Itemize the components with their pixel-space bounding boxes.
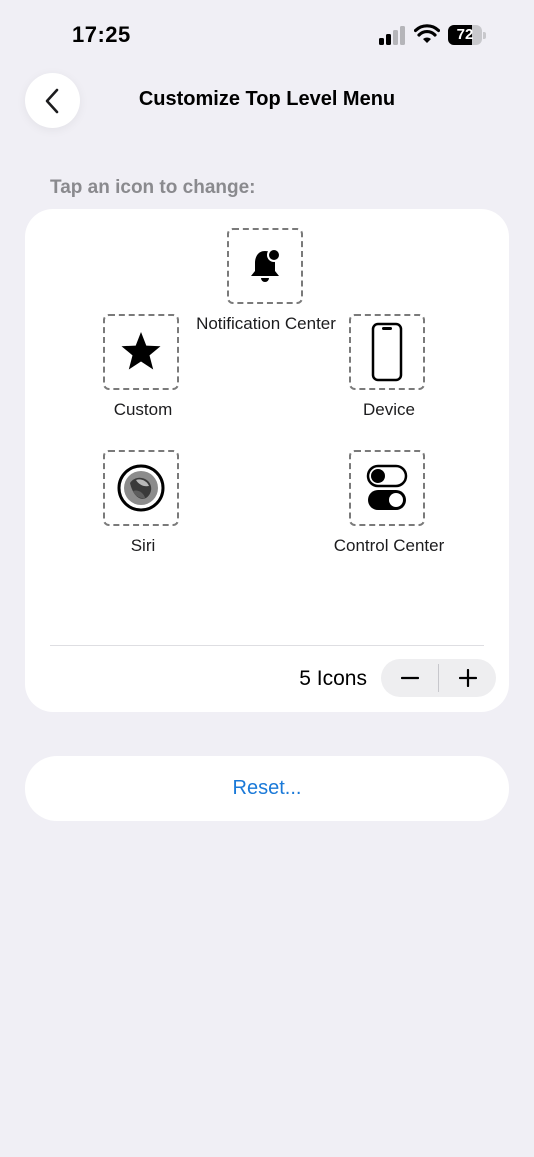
page-title: Customize Top Level Menu [138, 88, 396, 110]
status-time: 17:25 [72, 22, 131, 47]
slot-label-custom: Custom [113, 400, 173, 419]
section-header: Tap an icon to change: [50, 177, 256, 198]
cellular-signal-icon [379, 26, 405, 45]
menu-slot-device[interactable] [349, 314, 425, 390]
battery-percent: 72 [456, 26, 474, 43]
wifi-icon [414, 24, 440, 43]
battery-icon: 72 [448, 25, 488, 47]
icon-count-stepper [381, 659, 496, 697]
star-icon [121, 332, 161, 370]
menu-slot-siri[interactable] [103, 450, 179, 526]
status-bar: 17:25 72 [0, 0, 534, 70]
notification-bell-icon [251, 248, 281, 282]
slot-label-control-center: Control Center [333, 536, 445, 555]
device-phone-icon [371, 322, 403, 382]
increase-icons-button[interactable] [439, 659, 496, 697]
divider [50, 645, 484, 646]
slot-label-notification-center: Notification Center [196, 314, 336, 333]
menu-slot-custom[interactable] [103, 314, 179, 390]
slot-label-siri: Siri [130, 536, 156, 555]
menu-layout-card: Notification Center Custom Device Siri C… [25, 209, 509, 712]
icon-count-label: 5 Icons [299, 667, 367, 690]
plus-icon [458, 669, 477, 687]
reset-button[interactable]: Reset... [25, 756, 509, 821]
control-center-toggles-icon [366, 464, 408, 510]
slot-label-device: Device [363, 400, 415, 419]
menu-slot-notification-center[interactable] [227, 228, 303, 304]
minus-icon [400, 676, 419, 680]
siri-icon [117, 464, 165, 512]
decrease-icons-button[interactable] [381, 659, 438, 697]
reset-label: Reset... [232, 777, 302, 799]
menu-slot-control-center[interactable] [349, 450, 425, 526]
